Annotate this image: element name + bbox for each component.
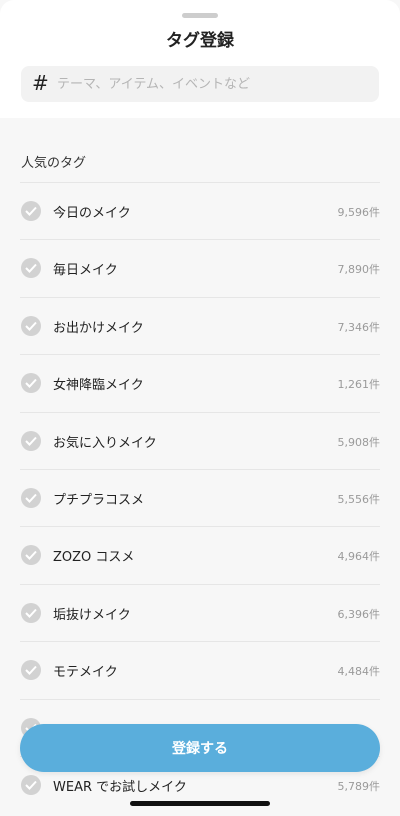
tag-row[interactable]: ZOZO コスメ 4,964件: [20, 526, 380, 583]
popular-tags-heading: 人気のタグ: [21, 156, 87, 171]
hash-icon: #: [32, 71, 49, 95]
tag-row[interactable]: モテメイク 4,484件: [20, 641, 380, 698]
tag-label: 今日のメイク: [53, 206, 131, 221]
home-indicator: [130, 801, 270, 806]
tag-label: プチプラコスメ: [53, 492, 145, 508]
tag-count: 4,964件: [337, 550, 381, 564]
sheet-grabber-handle[interactable]: [182, 13, 218, 18]
tag-row[interactable]: お出かけメイク 7,346件: [20, 296, 381, 354]
tag-count: 5,908件: [337, 435, 381, 449]
tag-count: 4,484件: [337, 665, 381, 679]
tag-label: お出かけメイク: [53, 320, 144, 336]
tag-count: 5,789件: [337, 779, 381, 793]
tag-label: モテメイク: [53, 665, 118, 681]
tag-count: 9,596件: [337, 206, 381, 219]
checkmark-icon[interactable]: [21, 487, 41, 508]
tag-count: 5,556件: [337, 492, 381, 506]
tag-row[interactable]: 今日のメイク 9,596件: [20, 182, 380, 239]
checkmark-icon[interactable]: [21, 430, 41, 451]
checkmark-icon[interactable]: [21, 660, 41, 681]
tag-row[interactable]: お気に入りメイク 5,908件: [20, 411, 381, 469]
tag-label: ZOZO コスメ: [53, 550, 135, 566]
tag-search-box[interactable]: #: [21, 66, 379, 102]
tag-count: 1,261件: [337, 378, 381, 392]
tag-row[interactable]: 毎日メイク 7,890件: [20, 239, 380, 296]
tag-row[interactable]: 垢抜けメイク 6,396件: [20, 583, 381, 641]
tag-label: 女神降臨メイク: [53, 378, 144, 394]
tag-count: 6,396件: [337, 607, 381, 621]
checkmark-icon[interactable]: [21, 545, 41, 566]
popular-tag-list: 今日のメイク 9,596件 毎日メイク 7,890件 お出かけメイク 7,346…: [20, 182, 380, 813]
tag-search-input[interactable]: [57, 66, 367, 102]
sheet-header: タグ登録 #: [0, 0, 400, 118]
tag-count: 7,890件: [337, 263, 381, 277]
tag-row[interactable]: プチプラコスメ 5,556件: [20, 468, 381, 526]
checkmark-icon[interactable]: [21, 315, 41, 336]
tag-label: WEAR でお試しメイク: [53, 779, 187, 795]
tag-register-sheet: タグ登録 # 人気のタグ 今日のメイク 9,596件 毎日メイク 7,890件 …: [0, 0, 400, 816]
checkmark-icon[interactable]: [21, 258, 41, 279]
checkmark-icon[interactable]: [21, 602, 41, 623]
checkmark-icon[interactable]: [21, 373, 41, 394]
tag-count: 7,346件: [337, 320, 381, 334]
checkmark-icon[interactable]: [21, 774, 41, 795]
register-button[interactable]: 登録する: [20, 724, 380, 772]
tag-label: 毎日メイク: [53, 263, 118, 279]
tag-label: お気に入りメイク: [53, 435, 157, 451]
tag-label: 垢抜けメイク: [53, 607, 131, 623]
tag-row[interactable]: 女神降臨メイク 1,261件: [20, 354, 380, 411]
page-title: タグ登録: [166, 31, 234, 51]
checkmark-icon[interactable]: [21, 201, 41, 221]
